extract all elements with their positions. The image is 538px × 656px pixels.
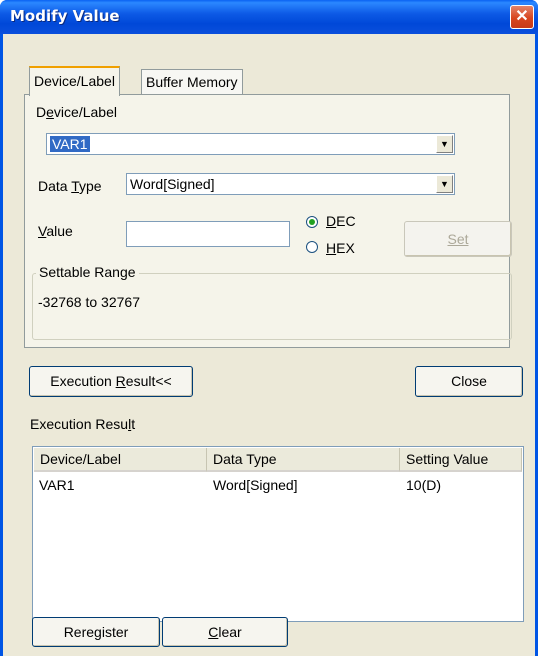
set-button-label: Set	[447, 231, 469, 247]
execution-result-caption: Execution Result	[30, 416, 136, 432]
data-type-combo[interactable]: Word[Signed] ▼	[126, 173, 455, 195]
close-icon[interactable]: ✕	[510, 5, 534, 29]
dec-radio-label: DEC	[326, 213, 356, 229]
row-type-cell: Word[Signed]	[213, 477, 298, 493]
set-button[interactable]: Set	[404, 221, 512, 257]
window-title: Modify Value	[10, 7, 120, 25]
device-label-value: VAR1	[50, 136, 90, 152]
execution-result-toggle-button[interactable]: Execution Result<<	[29, 366, 193, 397]
close-button[interactable]: Close	[415, 366, 523, 397]
column-header-device-label[interactable]: Device/Label	[34, 448, 207, 472]
data-type-caption: Data Type	[38, 178, 102, 194]
chevron-down-icon[interactable]: ▼	[436, 135, 453, 153]
tab-device-label[interactable]: Device/Label	[29, 66, 120, 96]
column-header-setting-value[interactable]: Setting Value	[400, 448, 522, 472]
dec-radio[interactable]	[306, 216, 318, 228]
row-device-cell: VAR1	[39, 477, 75, 493]
reregister-button[interactable]: Reregister	[32, 617, 160, 647]
value-caption: Value	[38, 223, 73, 239]
tab-label: Device/Label	[34, 73, 115, 89]
tab-label: Buffer Memory	[146, 74, 238, 90]
value-input[interactable]	[126, 221, 290, 247]
tab-buffer-memory[interactable]: Buffer Memory	[141, 69, 243, 95]
device-label-combo[interactable]: VAR1 ▼	[46, 133, 455, 155]
chevron-down-icon[interactable]: ▼	[436, 175, 453, 193]
hex-radio-label: HEX	[326, 240, 355, 256]
settable-range-text: -32768 to 32767	[38, 294, 140, 310]
device-label-caption: Device/Label	[36, 104, 117, 120]
execution-result-list[interactable]: Device/Label Data Type Setting Value VAR…	[32, 446, 524, 622]
column-header-data-type[interactable]: Data Type	[207, 448, 400, 472]
title-bar[interactable]: Modify Value ✕	[0, 0, 538, 34]
data-type-value: Word[Signed]	[130, 176, 215, 192]
settable-range-legend: Settable Range	[36, 264, 139, 280]
hex-radio[interactable]	[306, 241, 318, 253]
row-value-cell: 10(D)	[406, 477, 442, 493]
clear-button[interactable]: Clear	[162, 617, 288, 647]
